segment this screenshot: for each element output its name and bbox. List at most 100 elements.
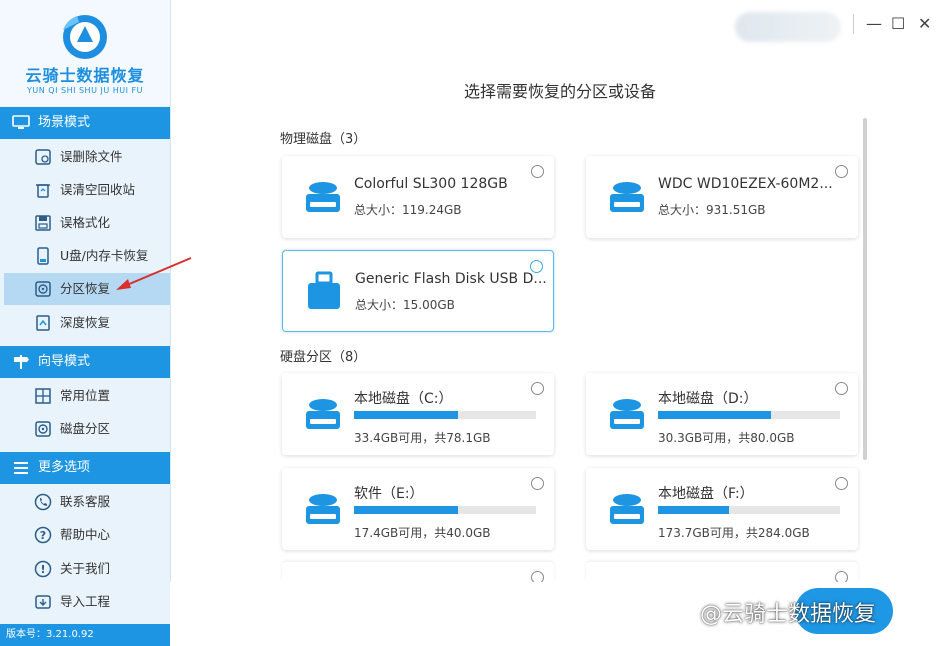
version-label: 版本号：3.21.0.92	[0, 624, 170, 646]
disk-card[interactable]: Colorful SL300 128GB 总大小：119.24GB	[282, 156, 554, 238]
logo-icon	[63, 15, 107, 59]
sidebar-item-label: 磁盘分区	[60, 421, 111, 436]
sidebar-item-label: 关于我们	[60, 561, 111, 576]
app-logo: 云骑士数据恢复 YUN QI SHI SHU JU HUI FU	[0, 0, 170, 106]
partition-name: 本地磁盘（C:）	[354, 391, 453, 407]
disk-radio[interactable]	[531, 165, 544, 178]
partition-name: 本地磁盘（F:）	[658, 486, 754, 502]
partition-card[interactable]: 本地磁盘（D:） 30.3GB可用，共80.0GB	[586, 373, 858, 455]
sidebar-item-label: 误删除文件	[60, 149, 123, 164]
disk-name: WDC WD10EZEX-60M2...	[658, 176, 833, 192]
monitor-icon	[12, 115, 30, 129]
section-title: 场景模式	[38, 115, 91, 130]
partition-icon	[35, 281, 51, 297]
disk-card[interactable]: Generic Flash Disk USB D... 总大小：15.00GB	[282, 250, 554, 332]
section-title: 更多选项	[38, 460, 91, 475]
scrollbar[interactable]	[863, 118, 867, 460]
sidebar-item-label: 误格式化	[60, 215, 111, 230]
disk-radio[interactable]	[530, 260, 543, 273]
hard-drive-icon	[306, 182, 340, 212]
usage-bar	[658, 411, 840, 419]
svg-text:!: !	[40, 563, 45, 576]
info-icon: !	[34, 560, 52, 578]
windows-icon	[35, 388, 51, 404]
partition-card[interactable]: 本地磁盘（C:） 33.4GB可用，共78.1GB	[282, 373, 554, 455]
partition-name: 本地磁盘（D:）	[658, 391, 758, 407]
sidebar-item-common-locations[interactable]: 常用位置	[4, 380, 170, 412]
phone-icon	[34, 493, 52, 511]
partition-radio[interactable]	[531, 382, 544, 395]
partition-card[interactable]: 软件（E:） 17.4GB可用，共40.0GB	[282, 468, 554, 550]
usage-bar	[354, 506, 536, 514]
import-icon	[35, 595, 51, 609]
disk-name: Colorful SL300 128GB	[354, 176, 508, 192]
section-wizard-mode: 向导模式	[0, 346, 170, 378]
sidebar-item-label: 帮助中心	[60, 527, 111, 542]
usage-fill	[354, 411, 458, 419]
partition-card-partial[interactable]	[586, 562, 858, 584]
watermark: @云骑士数据恢复	[700, 602, 877, 627]
partition-card[interactable]: 本地磁盘（F:） 173.7GB可用，共284.0GB	[586, 468, 858, 550]
sidebar-item-label: 导入工程	[60, 594, 111, 609]
partition-radio[interactable]	[835, 382, 848, 395]
disk-size: 总大小：931.51GB	[658, 203, 766, 217]
sidebar-item-format[interactable]: 误格式化	[4, 207, 170, 239]
hard-drive-icon	[610, 182, 644, 212]
annotation-arrow-icon	[116, 257, 192, 290]
partition-radio[interactable]	[835, 477, 848, 490]
sidebar-item-deep-recovery[interactable]: 深度恢复	[4, 307, 170, 339]
svg-text:?: ?	[40, 529, 46, 542]
disk-size: 总大小：119.24GB	[354, 203, 462, 217]
format-icon	[35, 215, 51, 231]
menu-icon	[14, 462, 28, 474]
sidebar-item-label: 联系客服	[60, 494, 111, 509]
disk-card[interactable]: WDC WD10EZEX-60M2... 总大小：931.51GB	[586, 156, 858, 238]
minimize-button[interactable]: —	[866, 14, 882, 33]
usb-card-icon	[37, 247, 49, 265]
partition-radio[interactable]	[531, 477, 544, 490]
titlebar-separator	[853, 14, 854, 34]
sidebar-item-label: 常用位置	[60, 388, 111, 403]
partition-usage: 33.4GB可用，共78.1GB	[354, 431, 491, 445]
deleted-file-icon	[35, 149, 51, 165]
section-title: 向导模式	[38, 354, 91, 369]
usage-bar	[354, 411, 536, 419]
close-button[interactable]: ✕	[918, 14, 931, 33]
sidebar-item-contact-support[interactable]: 联系客服	[4, 486, 170, 518]
user-account-area[interactable]	[735, 12, 841, 42]
partition-usage: 30.3GB可用，共80.0GB	[658, 431, 795, 445]
usb-drive-icon	[308, 271, 340, 309]
disk-name: Generic Flash Disk USB D...	[355, 271, 547, 287]
app-name-pinyin: YUN QI SHI SHU JU HUI FU	[27, 86, 143, 95]
disk-partition-icon	[35, 421, 51, 437]
partition-usage: 17.4GB可用，共40.0GB	[354, 526, 491, 540]
sidebar-item-about-us[interactable]: ! 关于我们	[4, 553, 170, 585]
page-title: 选择需要恢复的分区或设备	[463, 82, 656, 101]
section-scene-mode: 场景模式	[0, 107, 170, 139]
sidebar-item-deleted-files[interactable]: 误删除文件	[4, 141, 170, 173]
partition-usage: 173.7GB可用，共284.0GB	[658, 526, 810, 540]
app-name: 云骑士数据恢复	[25, 66, 145, 85]
hard-drive-icon	[306, 399, 340, 429]
maximize-button[interactable]: ☐	[891, 14, 905, 33]
sidebar-item-import-project[interactable]: 导入工程	[4, 586, 170, 618]
sidebar-item-disk-partition[interactable]: 磁盘分区	[4, 413, 170, 445]
recycle-bin-icon	[36, 184, 50, 198]
hard-drive-icon	[306, 494, 340, 524]
sidebar-item-recycle-bin[interactable]: 误清空回收站	[4, 174, 170, 206]
sidebar-item-label: 误清空回收站	[60, 182, 136, 197]
sidebar: 云骑士数据恢复 YUN QI SHI SHU JU HUI FU 场景模式 误删…	[0, 0, 171, 646]
physical-disks-header: 物理磁盘（3）	[280, 132, 367, 147]
hard-drive-icon	[610, 494, 644, 524]
sidebar-item-label: 深度恢复	[60, 315, 111, 330]
help-icon: ?	[34, 526, 52, 544]
partitions-header: 硬盘分区（8）	[280, 350, 367, 365]
partition-card-partial[interactable]	[282, 562, 554, 584]
sidebar-item-label: 分区恢复	[60, 281, 111, 296]
section-more-options: 更多选项	[0, 452, 170, 484]
usage-fill	[658, 411, 771, 419]
disk-radio[interactable]	[835, 165, 848, 178]
deep-recovery-icon	[36, 315, 50, 331]
usage-fill	[354, 506, 458, 514]
sidebar-item-help-center[interactable]: ? 帮助中心	[4, 519, 170, 551]
